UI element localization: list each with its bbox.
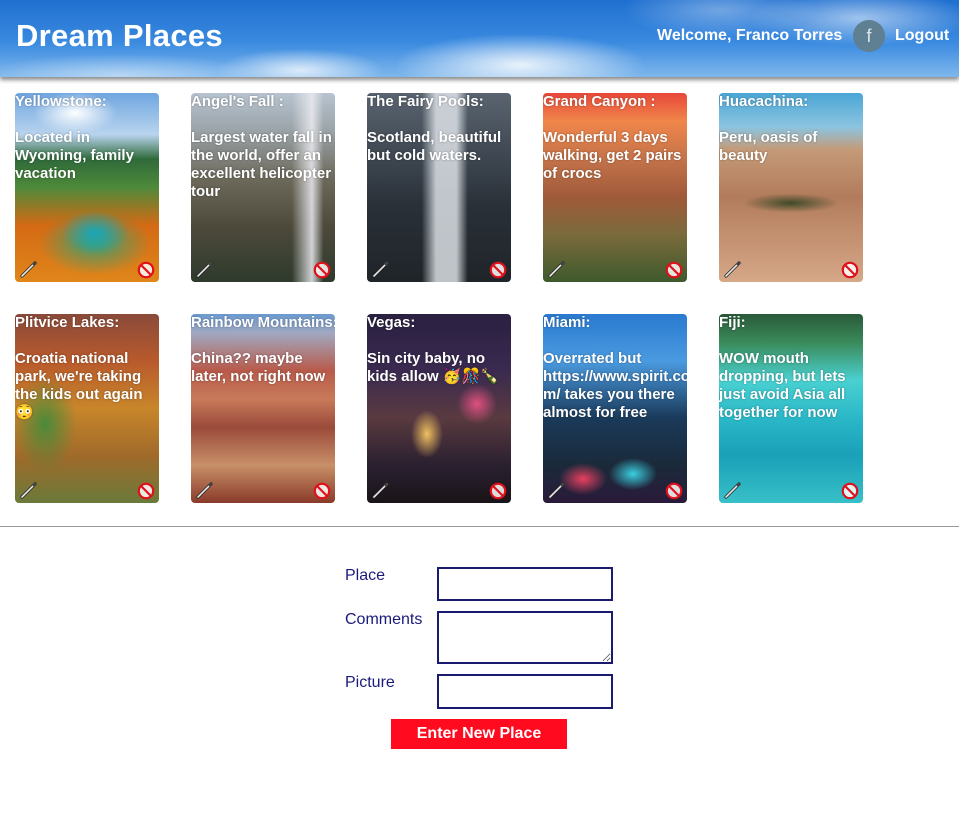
- place-comment: Overrated but https://www.spirit.com/ ta…: [543, 350, 687, 421]
- pencil-icon[interactable]: [547, 259, 567, 279]
- logout-link[interactable]: Logout: [895, 27, 949, 45]
- place-comment: Located in Wyoming, family vacation: [15, 129, 139, 182]
- welcome-message: Welcome, Franco Torres: [657, 27, 843, 44]
- pencil-icon[interactable]: [19, 480, 39, 500]
- place-card-text: Yellowstone: Located in Wyoming, family v…: [15, 93, 159, 183]
- place-title: Grand Canyon :: [543, 93, 656, 110]
- place-title: Rainbow Mountains:: [191, 314, 335, 331]
- place-title: Plitvice Lakes:: [15, 314, 120, 331]
- place-card-text: Plitvice Lakes: Croatia national park, we…: [15, 314, 159, 422]
- place-card-grand-canyon: Grand Canyon : Wonderful 3 days walking, …: [543, 93, 687, 282]
- place-card-rainbow-mountains: Rainbow Mountains: China?? maybe later, n…: [191, 314, 335, 503]
- prohibited-icon[interactable]: [665, 482, 683, 500]
- place-card-text: Fiji: WOW mouth dropping, but lets just a…: [719, 314, 863, 422]
- place-card-text: The Fairy Pools: Scotland, beautiful but …: [367, 93, 511, 165]
- place-title: Angel's Fall :: [191, 93, 284, 110]
- place-title: Vegas:: [367, 314, 416, 331]
- pencil-icon[interactable]: [371, 480, 391, 500]
- prohibited-icon[interactable]: [841, 482, 859, 500]
- prohibited-icon[interactable]: [841, 261, 859, 279]
- place-card-text: Vegas: Sin city baby, no kids allow 🥳🎊🍾: [367, 314, 511, 386]
- picture-label: Picture: [345, 674, 395, 691]
- place-card-text: Grand Canyon : Wonderful 3 days walking, …: [543, 93, 687, 183]
- prohibited-icon[interactable]: [313, 261, 331, 279]
- prohibited-icon[interactable]: [137, 261, 155, 279]
- place-comment: China?? maybe later, not right now: [191, 350, 326, 385]
- prohibited-icon[interactable]: [665, 261, 683, 279]
- place-card-vegas: Vegas: Sin city baby, no kids allow 🥳🎊🍾: [367, 314, 511, 503]
- place-card-huacachina: Huacachina: Peru, oasis of beauty: [719, 93, 863, 282]
- pencil-icon[interactable]: [195, 480, 215, 500]
- pencil-icon[interactable]: [723, 480, 743, 500]
- place-comment: Sin city baby, no kids allow 🥳🎊🍾: [367, 350, 499, 385]
- place-title: Fiji:: [719, 314, 746, 331]
- place-comment: Largest water fall in the world, offer a…: [191, 129, 332, 200]
- place-label: Place: [345, 567, 386, 584]
- place-comment: Croatia national park, we're taking the …: [15, 350, 147, 421]
- prohibited-icon[interactable]: [489, 482, 507, 500]
- enter-new-place-button[interactable]: Enter New Place: [391, 719, 567, 749]
- picture-input[interactable]: [437, 674, 613, 709]
- place-input[interactable]: [437, 567, 613, 601]
- pencil-icon[interactable]: [547, 480, 567, 500]
- place-title: Miami:: [543, 314, 591, 331]
- app-header: Dream Places Welcome, Franco Torres f Lo…: [0, 0, 959, 77]
- pencil-icon[interactable]: [195, 259, 215, 279]
- pencil-icon[interactable]: [19, 259, 39, 279]
- place-card-text: Angel's Fall : Largest water fall in the …: [191, 93, 335, 201]
- place-card-yellowstone: Yellowstone: Located in Wyoming, family v…: [15, 93, 159, 282]
- prohibited-icon[interactable]: [489, 261, 507, 279]
- place-comment: Wonderful 3 days walking, get 2 pairs of…: [543, 129, 686, 182]
- place-card-text: Huacachina: Peru, oasis of beauty: [719, 93, 863, 165]
- place-comment: Scotland, beautiful but cold waters.: [367, 129, 506, 164]
- comments-textarea[interactable]: [437, 611, 613, 664]
- place-title: Huacachina:: [719, 93, 809, 110]
- place-comment: WOW mouth dropping, but lets just avoid …: [719, 350, 850, 421]
- place-title: Yellowstone:: [15, 93, 107, 110]
- pencil-icon[interactable]: [723, 259, 743, 279]
- avatar[interactable]: f: [853, 20, 885, 52]
- section-divider: [0, 526, 959, 527]
- place-card-text: Rainbow Mountains: China?? maybe later, n…: [191, 314, 335, 386]
- place-card-fiji: Fiji: WOW mouth dropping, but lets just a…: [719, 314, 863, 503]
- place-card-angels-fall: Angel's Fall : Largest water fall in the …: [191, 93, 335, 282]
- place-comment: Peru, oasis of beauty: [719, 129, 822, 164]
- prohibited-icon[interactable]: [313, 482, 331, 500]
- app-title: Dream Places: [16, 18, 223, 53]
- place-card-plitvice-lakes: Plitvice Lakes: Croatia national park, we…: [15, 314, 159, 503]
- pencil-icon[interactable]: [371, 259, 391, 279]
- prohibited-icon[interactable]: [137, 482, 155, 500]
- place-card-miami: Miami: Overrated but https://www.spirit.c…: [543, 314, 687, 503]
- place-card-fairy-pools: The Fairy Pools: Scotland, beautiful but …: [367, 93, 511, 282]
- place-title: The Fairy Pools:: [367, 93, 484, 110]
- place-card-text: Miami: Overrated but https://www.spirit.c…: [543, 314, 687, 422]
- comments-label: Comments: [345, 611, 423, 628]
